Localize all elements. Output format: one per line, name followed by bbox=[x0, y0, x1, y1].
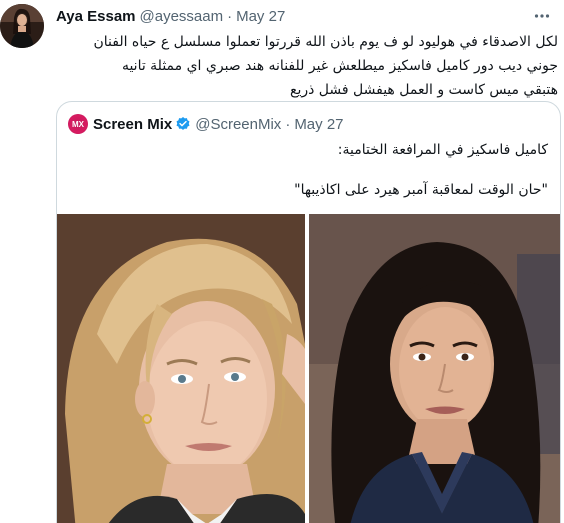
quoted-tweet-card[interactable]: MX Screen Mix @ScreenMix · May 27 كاميل … bbox=[56, 101, 561, 523]
quoted-tweet-image[interactable] bbox=[57, 214, 560, 523]
author-avatar[interactable] bbox=[0, 4, 44, 48]
author-name[interactable]: Aya Essam bbox=[56, 8, 136, 25]
quoted-avatar-text: MX bbox=[72, 119, 84, 129]
quoted-text-line: كاميل فاسكيز في المرافعة الختامية: bbox=[337, 142, 548, 158]
tweet[interactable]: Aya Essam @ayessaam · May 27 لكل الاصدقا… bbox=[0, 0, 564, 523]
tweet-text-line: هتبقي ميس كاست و العمل هيفشل فشل ذريع bbox=[290, 82, 558, 98]
tweet-header: Aya Essam @ayessaam · May 27 bbox=[56, 6, 285, 26]
quoted-author-handle: @ScreenMix bbox=[195, 115, 282, 133]
quoted-author-avatar: MX bbox=[68, 114, 88, 134]
author-handle[interactable]: @ayessaam bbox=[140, 8, 224, 25]
quoted-tweet-date: May 27 bbox=[294, 115, 344, 133]
quoted-text-line: "حان الوقت لمعاقبة آمبر هيرد على اكاذيبه… bbox=[294, 182, 548, 198]
tweet-date[interactable]: May 27 bbox=[236, 8, 285, 25]
quoted-author-name: Screen Mix bbox=[93, 115, 173, 133]
tweet-text-line: لكل الاصدقاء في هوليود لو ف يوم باذن الل… bbox=[93, 34, 558, 50]
tweet-text: لكل الاصدقاء في هوليود لو ف يوم باذن الل… bbox=[56, 30, 558, 102]
separator-dot: · bbox=[227, 7, 233, 25]
quoted-tweet-text: كاميل فاسكيز في المرافعة الختامية: "حان … bbox=[68, 139, 548, 201]
verified-badge-icon bbox=[175, 116, 191, 132]
tweet-text-line: جوني ديب دور كاميل فاسكيز ميطلعش غير للف… bbox=[121, 58, 558, 74]
more-horizontal-icon[interactable] bbox=[530, 4, 554, 28]
quoted-tweet-header: MX Screen Mix @ScreenMix · May 27 bbox=[68, 114, 344, 134]
separator-dot: · bbox=[285, 115, 291, 133]
